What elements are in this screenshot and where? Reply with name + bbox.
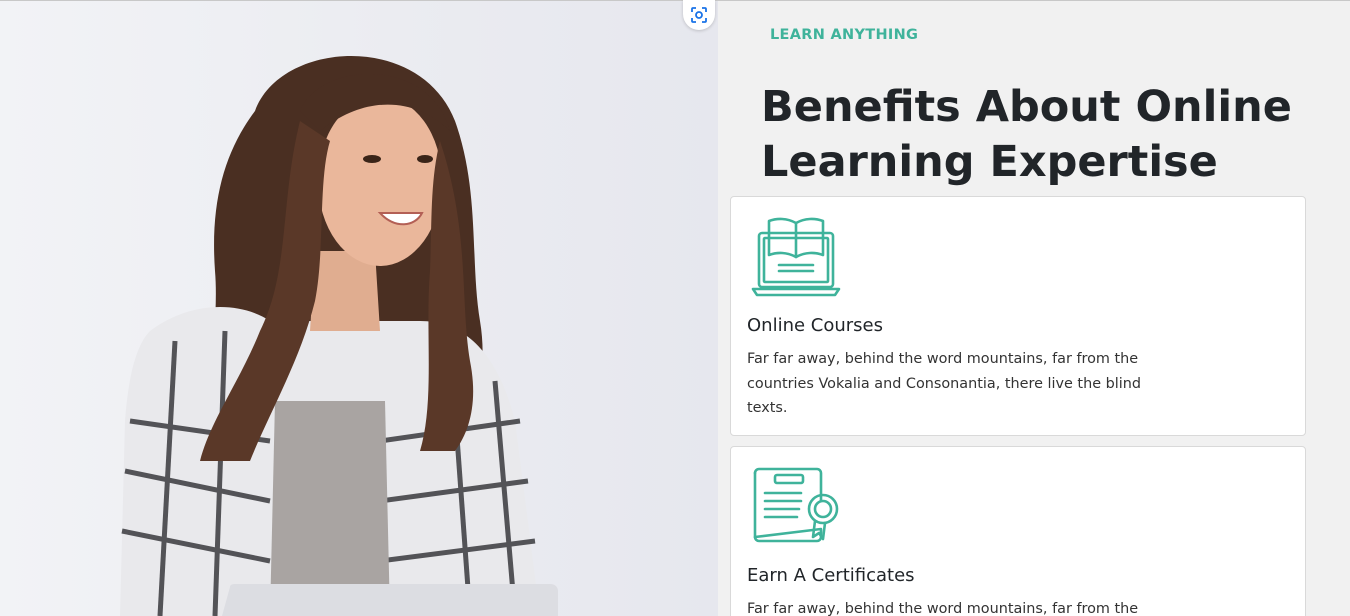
card-text: Far far away, behind the word mountains,…	[747, 601, 1139, 616]
woman-photo	[120, 56, 558, 616]
certificate-icon	[751, 465, 843, 553]
section-eyebrow: LEARN ANYTHING	[770, 27, 919, 43]
card-title: Earn A Certificates	[747, 565, 915, 586]
scan-icon	[691, 7, 707, 23]
book-laptop-icon	[751, 215, 843, 303]
hero-image	[0, 1, 718, 616]
feature-card-certificates: Earn A Certificates Far far away, behind…	[730, 446, 1306, 616]
section-heading: Benefits About Online Learning Expertise	[761, 82, 1292, 187]
feature-card-online-courses: Online Courses Far far away, behind the …	[730, 196, 1306, 436]
card-title: Online Courses	[747, 315, 884, 336]
card-text: Far far away, behind the word mountains,…	[747, 351, 1142, 416]
